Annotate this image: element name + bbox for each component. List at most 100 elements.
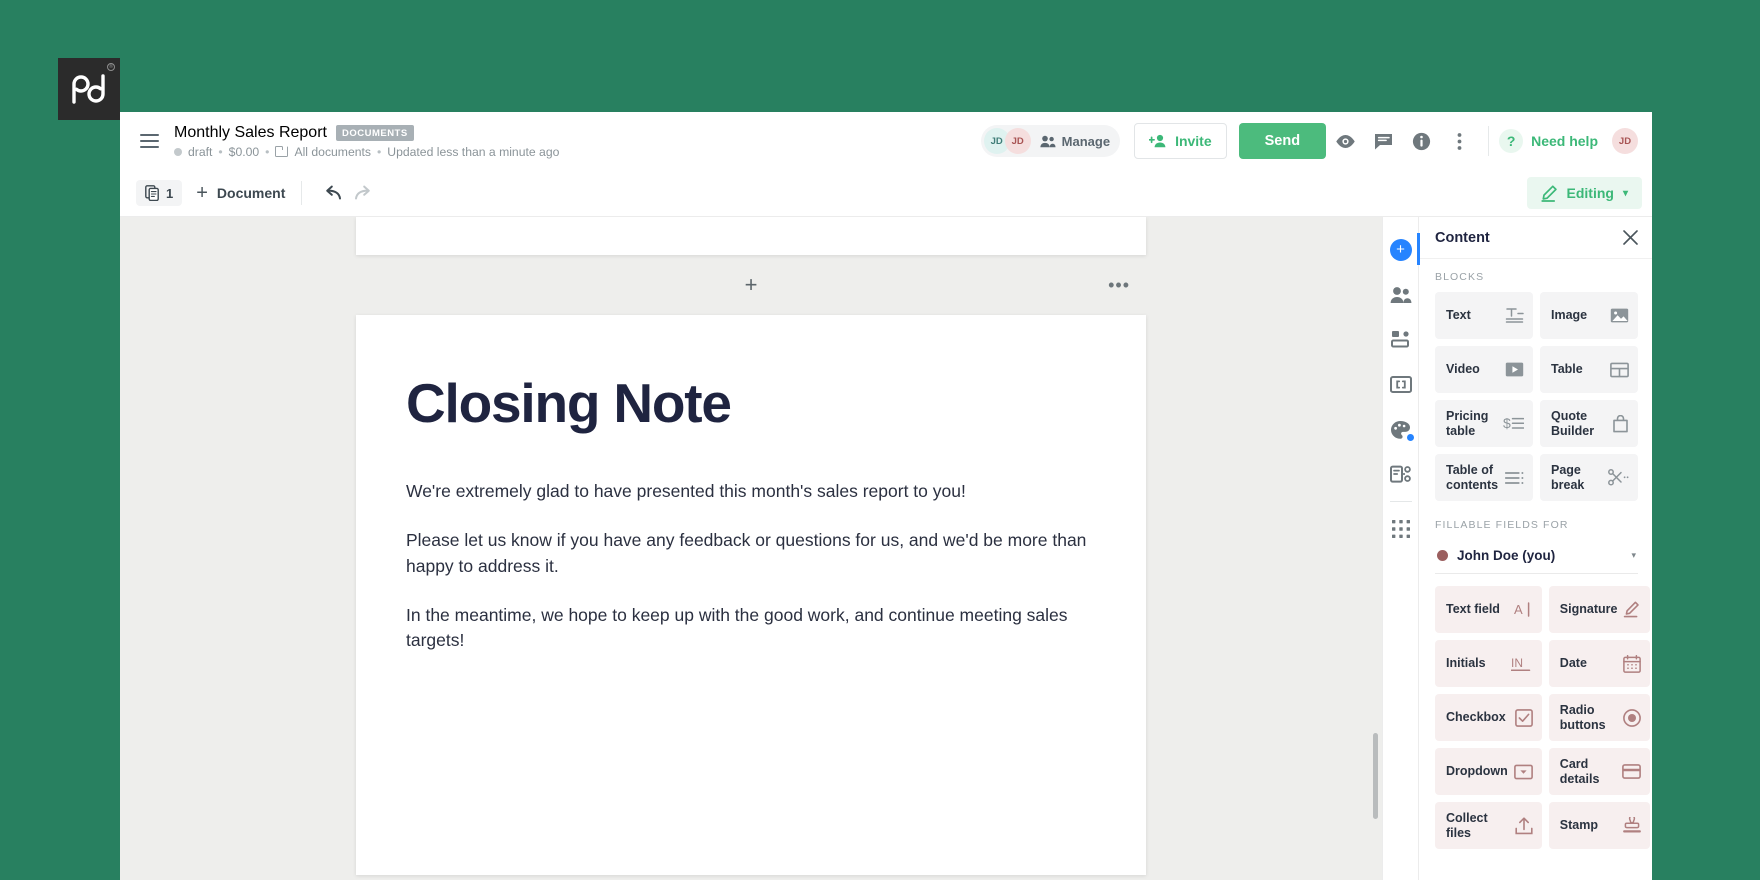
document-page[interactable]: Closing Note We're extremely glad to hav… — [356, 315, 1146, 875]
signer-name: John Doe (you) — [1457, 548, 1556, 563]
need-help-button[interactable]: ? Need help — [1499, 129, 1598, 153]
sidebar-item-workflow[interactable] — [1383, 452, 1419, 497]
svg-text:IN: IN — [1511, 656, 1523, 670]
field-tile-radio-buttons[interactable]: Radio buttons — [1548, 694, 1651, 741]
insert-block-icon[interactable]: + — [745, 274, 758, 296]
block-label: Table — [1551, 362, 1583, 377]
page-count-label: 1 — [166, 185, 174, 201]
info-icon[interactable] — [1402, 122, 1440, 160]
document-canvas[interactable]: + ••• Closing Note We're extremely glad … — [120, 217, 1382, 880]
sidebar-item-add-content[interactable]: + — [1383, 227, 1420, 272]
document-amount: $0.00 — [228, 144, 260, 159]
image-icon — [1610, 307, 1629, 324]
svg-text:A: A — [1514, 602, 1523, 617]
field-tile-checkbox[interactable]: Checkbox — [1435, 694, 1542, 741]
video-icon — [1505, 361, 1524, 378]
info-circle-icon — [1412, 132, 1430, 150]
invite-button[interactable]: Invite — [1134, 123, 1227, 159]
close-icon[interactable] — [1623, 230, 1638, 245]
content-panel-body: BLOCKS Text Image Video Table Pricing ta… — [1419, 259, 1652, 880]
eye-icon[interactable] — [1326, 122, 1364, 160]
hamburger-icon[interactable] — [130, 122, 168, 160]
separator-1: • — [218, 144, 223, 159]
avatar[interactable]: JD — [1004, 128, 1031, 154]
block-tile-quote-builder[interactable]: Quote Builder — [1540, 400, 1638, 447]
sidebar-item-variables[interactable] — [1383, 362, 1419, 407]
field-tile-signature[interactable]: Signature — [1548, 586, 1651, 633]
avatar[interactable]: JD — [1612, 128, 1638, 154]
field-label: Text field — [1446, 602, 1500, 617]
field-label: Radio buttons — [1559, 703, 1606, 732]
undo-icon[interactable] — [318, 178, 348, 208]
block-tile-video[interactable]: Video — [1435, 346, 1533, 393]
invite-label: Invite — [1175, 133, 1212, 149]
manage-button[interactable]: Manage — [1040, 134, 1110, 149]
sidebar-item-layout[interactable] — [1383, 317, 1419, 362]
comment-icon[interactable] — [1364, 122, 1402, 160]
document-paragraph[interactable]: Please let us know if you have any feedb… — [406, 528, 1096, 579]
field-tile-stamp[interactable]: Stamp — [1548, 802, 1651, 849]
block-label: Quote Builder — [1551, 409, 1595, 438]
radio-button-icon — [1623, 708, 1642, 727]
redo-arrow-icon — [355, 185, 371, 200]
page-title: Monthly Sales Report — [174, 123, 327, 141]
checkbox-icon — [1514, 708, 1533, 727]
toolbar-divider — [301, 181, 303, 205]
kebab-menu-icon — [1457, 132, 1461, 150]
document-status: draft — [188, 144, 213, 159]
block-tile-table[interactable]: Table — [1540, 346, 1638, 393]
pages-icon — [145, 185, 159, 201]
field-label: Signature — [1559, 602, 1618, 617]
upload-icon — [1515, 816, 1533, 835]
document-paragraph[interactable]: We're extremely glad to have presented t… — [406, 479, 1096, 504]
redo-icon[interactable] — [348, 178, 378, 208]
block-tile-page-break[interactable]: Page break — [1540, 454, 1638, 501]
document-paragraph[interactable]: In the meantime, we hope to keep up with… — [406, 603, 1096, 654]
blocks-section-label: BLOCKS — [1435, 271, 1485, 283]
field-tile-text-field[interactable]: Text field A — [1435, 586, 1542, 633]
field-tile-date[interactable]: Date — [1548, 640, 1651, 687]
field-label: Initials — [1446, 656, 1486, 671]
manage-label: Manage — [1061, 133, 1111, 149]
editing-mode-dropdown[interactable]: Editing ▾ — [1526, 177, 1642, 209]
field-tile-collect-files[interactable]: Collect files — [1435, 802, 1542, 849]
initials-icon: IN — [1510, 655, 1533, 672]
page-count-button[interactable]: 1 — [136, 180, 183, 206]
fillable-fields-grid: Text field A Signature Initials IN Date … — [1435, 586, 1651, 849]
sidebar-item-recipients[interactable] — [1383, 272, 1419, 317]
send-button[interactable]: Send — [1238, 123, 1327, 159]
field-tile-card-details[interactable]: Card details — [1548, 748, 1651, 795]
signer-selector[interactable]: John Doe (you) ▾ — [1435, 540, 1638, 574]
collaborators-group[interactable]: JD JD Manage — [980, 125, 1121, 157]
separator-2: • — [265, 144, 270, 159]
field-label: Date — [1559, 656, 1587, 671]
document-title-row: Monthly Sales Report DOCUMENTS — [174, 124, 559, 142]
toolbar-divider — [1488, 126, 1490, 156]
content-panel: Content BLOCKS Text Image Video Table Pr… — [1418, 217, 1652, 880]
field-tile-dropdown[interactable]: Dropdown — [1435, 748, 1542, 795]
sidebar-item-apps[interactable] — [1383, 506, 1419, 551]
notification-dot — [1406, 434, 1414, 441]
document-heading[interactable]: Closing Note — [406, 374, 1096, 433]
add-document-button[interactable]: + Document — [196, 183, 285, 203]
recipients-icon — [1390, 286, 1411, 303]
block-label: Pricing table — [1446, 409, 1489, 438]
document-updated: Updated less than a minute ago — [387, 144, 560, 159]
sidebar-item-theme[interactable] — [1383, 407, 1419, 452]
more-horizontal-icon[interactable]: ••• — [1108, 276, 1130, 294]
add-document-label: Document — [216, 185, 286, 201]
block-tile-image[interactable]: Image — [1540, 292, 1638, 339]
block-label: Text — [1446, 308, 1471, 323]
document-folder[interactable]: All documents — [294, 145, 371, 159]
more-vertical-icon[interactable] — [1440, 122, 1478, 160]
blocks-grid: Text Image Video Table Pricing table $ Q… — [1435, 292, 1638, 501]
block-tile-table-of-contents[interactable]: Table of contents — [1435, 454, 1533, 501]
variables-icon — [1389, 376, 1412, 393]
field-label: Card details — [1559, 757, 1600, 786]
field-tile-initials[interactable]: Initials IN — [1435, 640, 1542, 687]
vertical-scrollbar[interactable] — [1373, 733, 1378, 819]
block-tile-text[interactable]: Text — [1435, 292, 1533, 339]
signer-color-dot — [1437, 550, 1448, 561]
preview-eye-icon — [1335, 134, 1355, 148]
block-tile-pricing-table[interactable]: Pricing table $ — [1435, 400, 1533, 447]
